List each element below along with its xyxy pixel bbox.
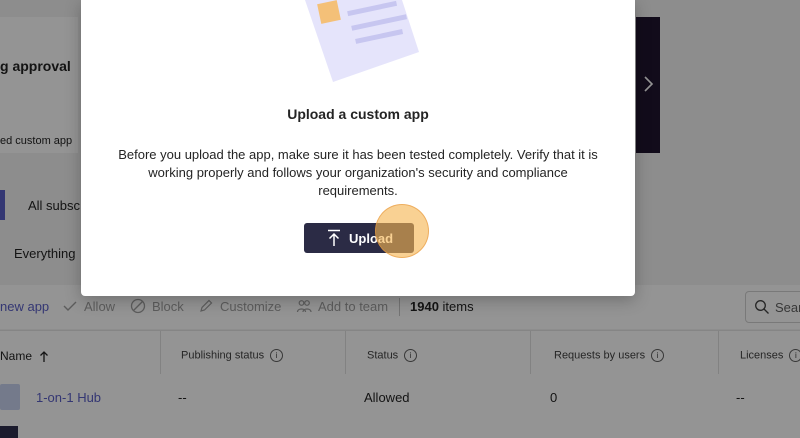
upload-custom-app-dialog: Upload a custom app Before you upload th… bbox=[81, 0, 635, 296]
cursor-highlight bbox=[375, 204, 429, 258]
dialog-title: Upload a custom app bbox=[287, 106, 429, 122]
upload-arrow-icon bbox=[328, 229, 340, 246]
dialog-description: Before you upload the app, make sure it … bbox=[118, 147, 598, 198]
document-illustration bbox=[305, 0, 419, 82]
